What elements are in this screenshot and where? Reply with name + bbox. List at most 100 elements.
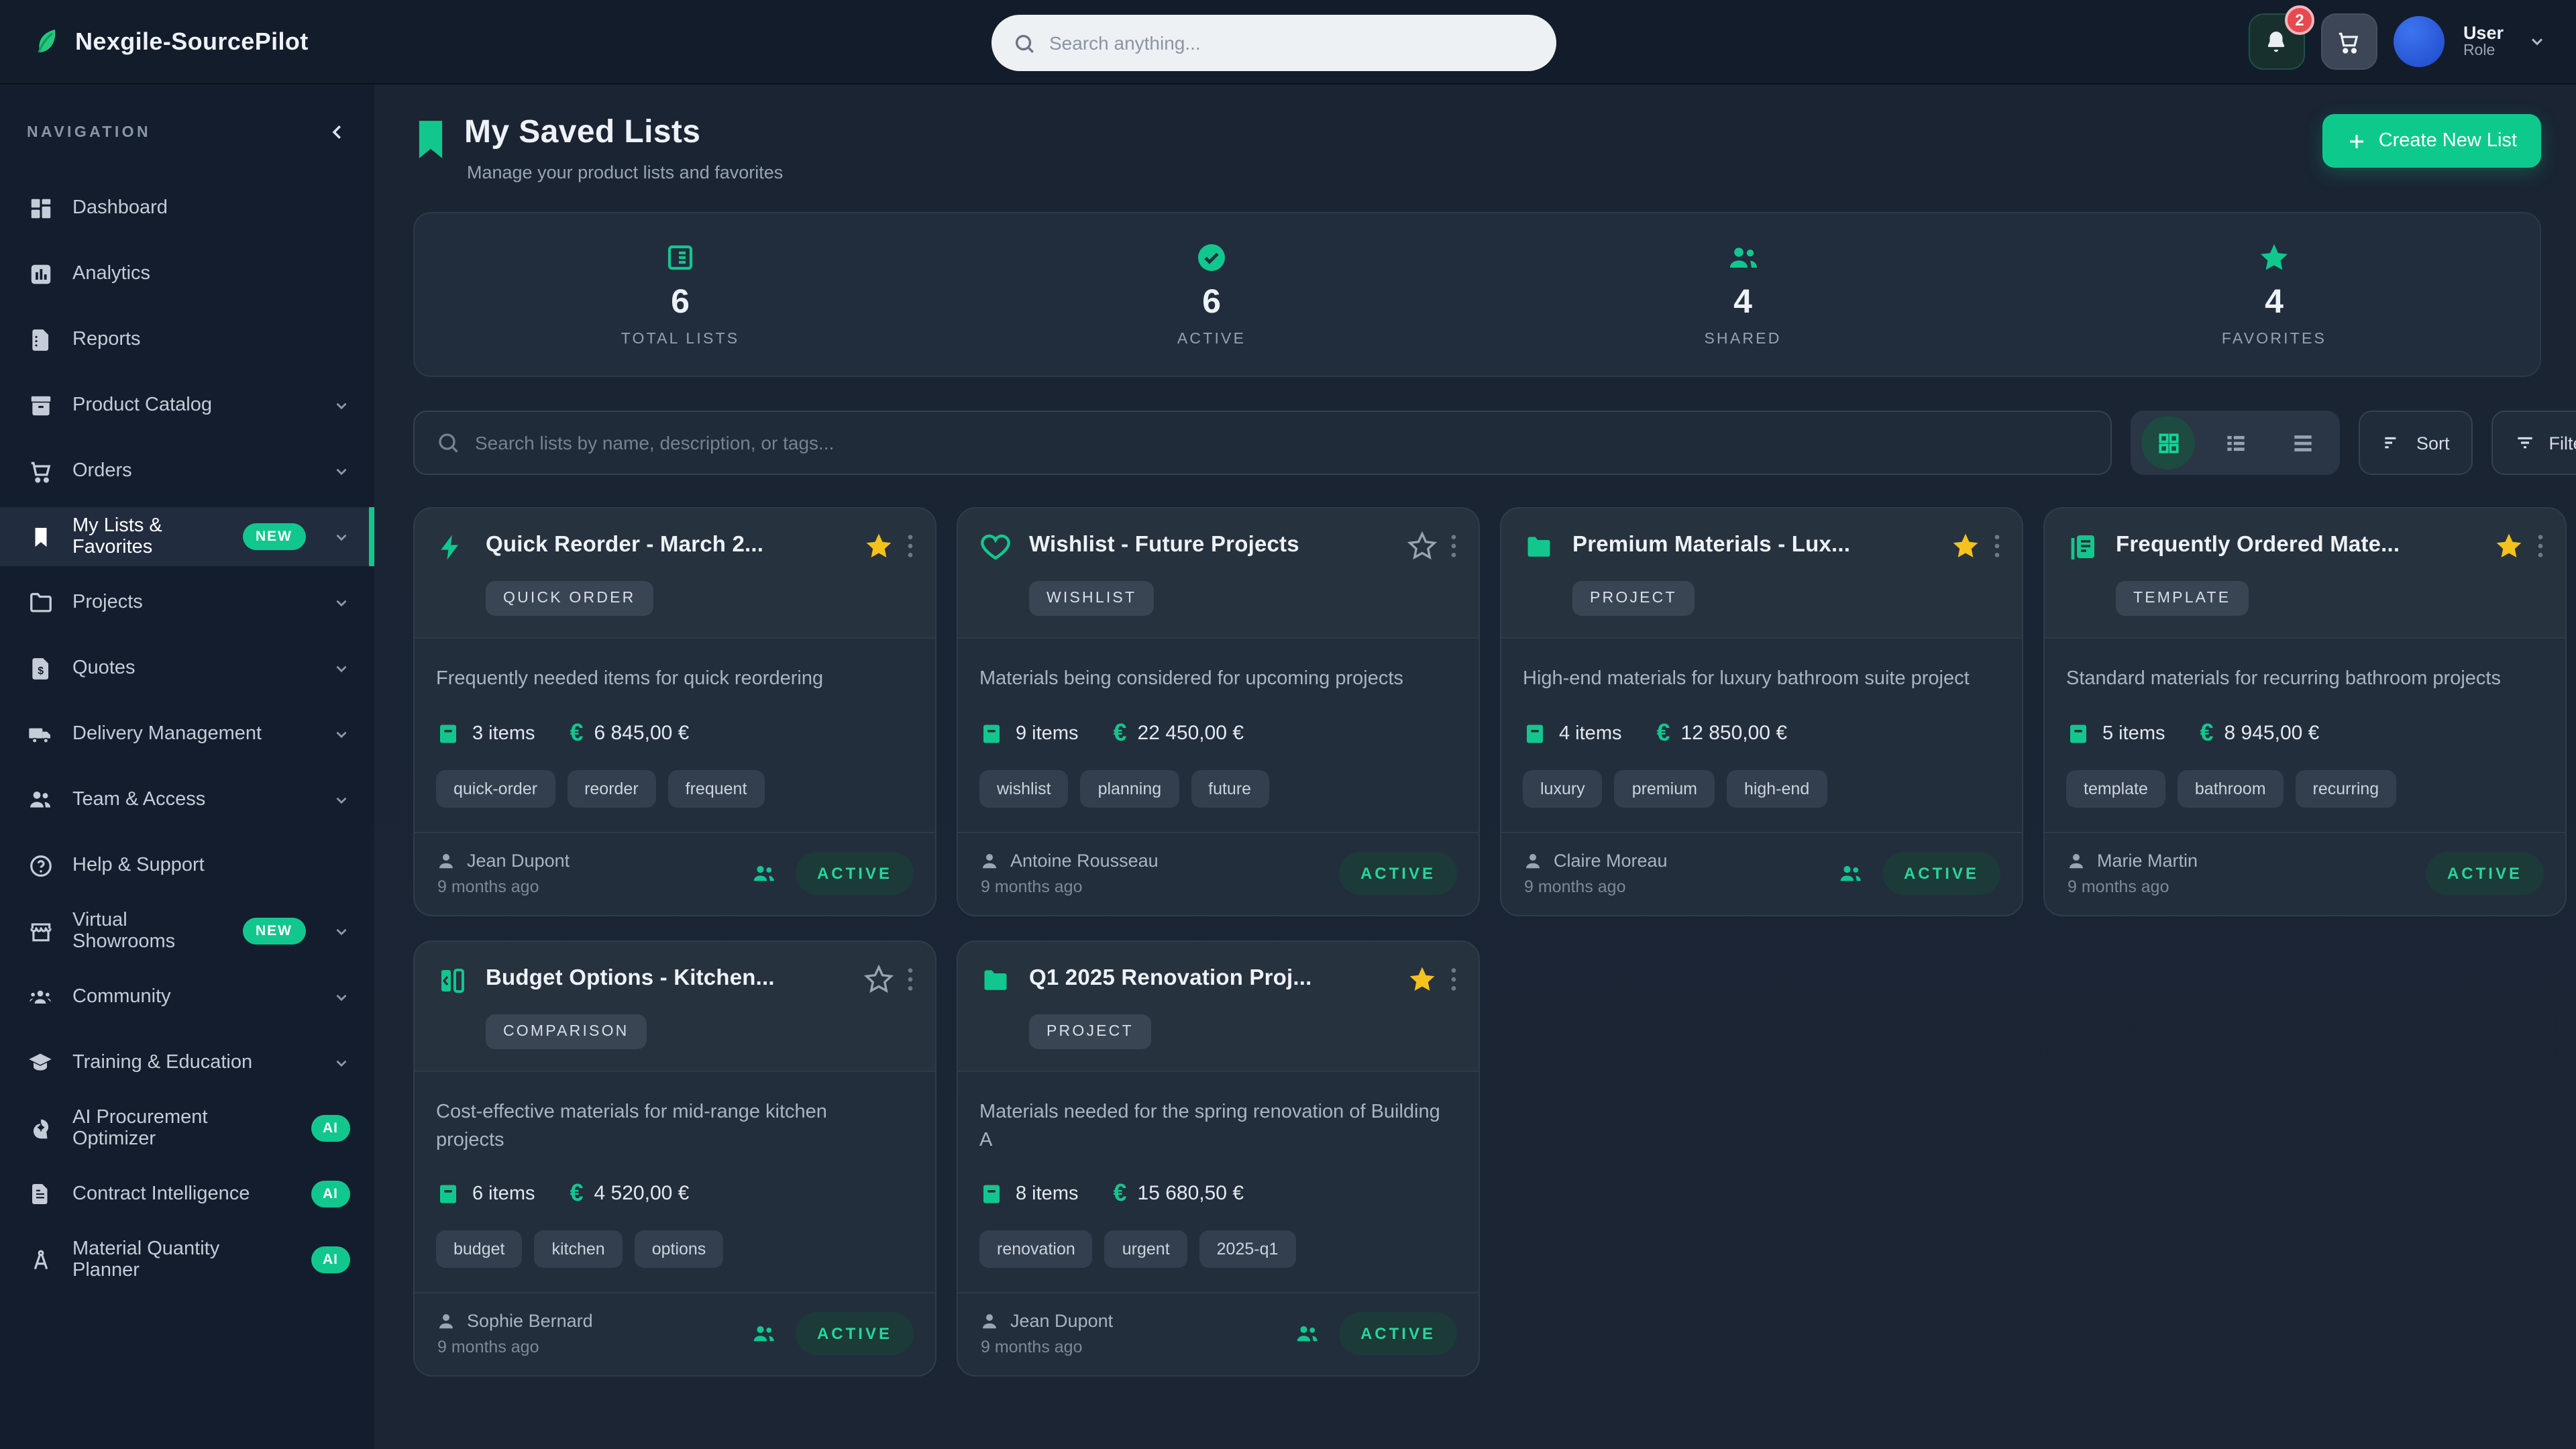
- list-search[interactable]: [413, 411, 2112, 475]
- list-card[interactable]: Q1 2025 Renovation Proj... PROJECT Mate: [957, 941, 1480, 1377]
- new-badge: NEW: [242, 523, 306, 550]
- sidebar-item-contract-intelligence[interactable]: Contract Intelligence AI: [0, 1165, 374, 1224]
- status-badge: ACTIVE: [1882, 852, 2000, 895]
- favorite-star-icon[interactable]: [1407, 965, 1437, 994]
- list-title: Q1 2025 Renovation Proj...: [1029, 966, 1387, 991]
- user-role: Role: [2463, 43, 2504, 60]
- sidebar-item-reports[interactable]: Reports: [0, 310, 374, 369]
- bookmark-page-icon: [413, 119, 448, 182]
- stat-value: 6: [671, 283, 690, 322]
- sidebar-item-label: Orders: [72, 460, 132, 482]
- create-new-list-button[interactable]: Create New List: [2322, 114, 2541, 168]
- notifications-button[interactable]: 2: [2249, 13, 2305, 70]
- filter-button[interactable]: Filter: [2491, 411, 2576, 475]
- favorite-star-icon[interactable]: [2494, 531, 2524, 561]
- sidebar-item-dashboard[interactable]: Dashboard: [0, 178, 374, 237]
- favorite-star-icon[interactable]: [1407, 531, 1437, 561]
- list-card[interactable]: Premium Materials - Lux... PROJECT High: [1500, 507, 2023, 916]
- sidebar-item-my-lists-favorites[interactable]: My Lists & Favorites NEW: [0, 507, 374, 566]
- updated-time: 9 months ago: [437, 1338, 593, 1356]
- sidebar-item-product-catalog[interactable]: Product Catalog: [0, 376, 374, 435]
- tag-chip: frequent: [668, 770, 765, 808]
- sidebar-item-ai-procurement-optimizer[interactable]: AI Procurement Optimizer AI: [0, 1099, 374, 1158]
- cart-button[interactable]: [2321, 13, 2377, 70]
- sidebar-item-training-education[interactable]: Training & Education: [0, 1033, 374, 1092]
- sidebar-item-material-quantity-planner[interactable]: Material Quantity Planner AI: [0, 1230, 374, 1289]
- updated-time: 9 months ago: [437, 877, 570, 896]
- more-menu-icon[interactable]: [1450, 966, 1457, 993]
- sidebar-item-help-support[interactable]: Help & Support: [0, 836, 374, 895]
- grid-view-button[interactable]: [2141, 416, 2195, 470]
- updated-time: 9 months ago: [2068, 877, 2198, 896]
- list-view-button[interactable]: [2208, 416, 2262, 470]
- box-icon: [27, 392, 54, 419]
- chevron-down-icon: [333, 396, 350, 414]
- user-block: User Role: [2463, 22, 2504, 60]
- search-icon: [1013, 32, 1036, 54]
- list-icon: [664, 241, 696, 274]
- person-icon: [979, 851, 1000, 871]
- shared-users-icon: [1835, 861, 1865, 885]
- library-icon: [2066, 530, 2101, 565]
- star-icon: [2258, 241, 2290, 274]
- sidebar-item-label: Team & Access: [72, 789, 205, 810]
- owner-name: Marie Martin: [2097, 851, 2198, 871]
- list-card[interactable]: Budget Options - Kitchen... COMPARISON: [413, 941, 936, 1377]
- favorite-star-icon[interactable]: [864, 965, 894, 994]
- tag-chip: reorder: [567, 770, 656, 808]
- more-menu-icon[interactable]: [1994, 533, 2000, 559]
- favorite-star-icon[interactable]: [864, 531, 894, 561]
- folder-icon: [979, 963, 1014, 998]
- more-menu-icon[interactable]: [2537, 533, 2544, 559]
- list-card[interactable]: Quick Reorder - March 2... QUICK ORDER: [413, 507, 936, 916]
- more-menu-icon[interactable]: [907, 533, 914, 559]
- zap-icon: [436, 530, 471, 565]
- sidebar-item-projects[interactable]: Projects: [0, 573, 374, 632]
- chevron-down-icon: [333, 528, 350, 545]
- stat-label: ACTIVE: [1177, 331, 1246, 347]
- list-card[interactable]: Wishlist - Future Projects WISHLIST Mat: [957, 507, 1480, 916]
- sort-button[interactable]: Sort: [2359, 411, 2473, 475]
- sidebar-item-analytics[interactable]: Analytics: [0, 244, 374, 303]
- sidebar-item-label: Quotes: [72, 657, 136, 679]
- status-badge: ACTIVE: [796, 852, 914, 895]
- favorite-star-icon[interactable]: [1951, 531, 1980, 561]
- list-description: Materials being considered for upcoming …: [979, 665, 1457, 695]
- sidebar-collapse-button[interactable]: [327, 122, 347, 142]
- list-search-input[interactable]: [475, 432, 2089, 453]
- list-description: Frequently needed items for quick reorde…: [436, 665, 914, 695]
- create-new-list-label: Create New List: [2379, 130, 2517, 152]
- global-search-input[interactable]: [1049, 32, 1535, 54]
- stat-value: 4: [2265, 283, 2284, 322]
- sidebar-item-delivery-management[interactable]: Delivery Management: [0, 704, 374, 763]
- sidebar-item-team-access[interactable]: Team & Access: [0, 770, 374, 829]
- sidebar-item-label: Help & Support: [72, 855, 205, 876]
- sidebar-item-virtual-showrooms[interactable]: Virtual Showrooms NEW: [0, 902, 374, 961]
- bell-icon: [2264, 29, 2290, 54]
- stat-label: TOTAL LISTS: [621, 331, 740, 347]
- global-search[interactable]: [991, 15, 1556, 71]
- sidebar-item-orders[interactable]: Orders: [0, 441, 374, 500]
- stat-shared: 4 SHARED: [1477, 241, 2008, 347]
- items-box-icon: [979, 720, 1004, 747]
- list-description: Materials needed for the spring renovati…: [979, 1099, 1442, 1155]
- tag-chip: kitchen: [534, 1230, 622, 1268]
- more-menu-icon[interactable]: [1450, 533, 1457, 559]
- rows-view-button[interactable]: [2275, 416, 2329, 470]
- list-card[interactable]: Frequently Ordered Mate... TEMPLATE Sta: [2043, 507, 2567, 916]
- person-icon: [436, 851, 456, 871]
- new-badge: NEW: [242, 918, 306, 945]
- items-count: 4 items: [1559, 722, 1622, 744]
- stat-value: 6: [1202, 283, 1221, 322]
- more-menu-icon[interactable]: [907, 966, 914, 993]
- sidebar-item-quotes[interactable]: $ Quotes: [0, 639, 374, 698]
- user-avatar[interactable]: [2394, 16, 2445, 67]
- users-icon: [27, 786, 54, 813]
- owner-name: Sophie Bernard: [467, 1311, 593, 1331]
- list-type-badge: PROJECT: [1029, 1014, 1151, 1049]
- user-menu-chevron-icon[interactable]: [2528, 32, 2546, 51]
- person-icon: [1523, 851, 1543, 871]
- sidebar-item-label: Contract Intelligence: [72, 1183, 250, 1205]
- sidebar-item-community[interactable]: Community: [0, 967, 374, 1026]
- chevron-down-icon: [333, 922, 350, 940]
